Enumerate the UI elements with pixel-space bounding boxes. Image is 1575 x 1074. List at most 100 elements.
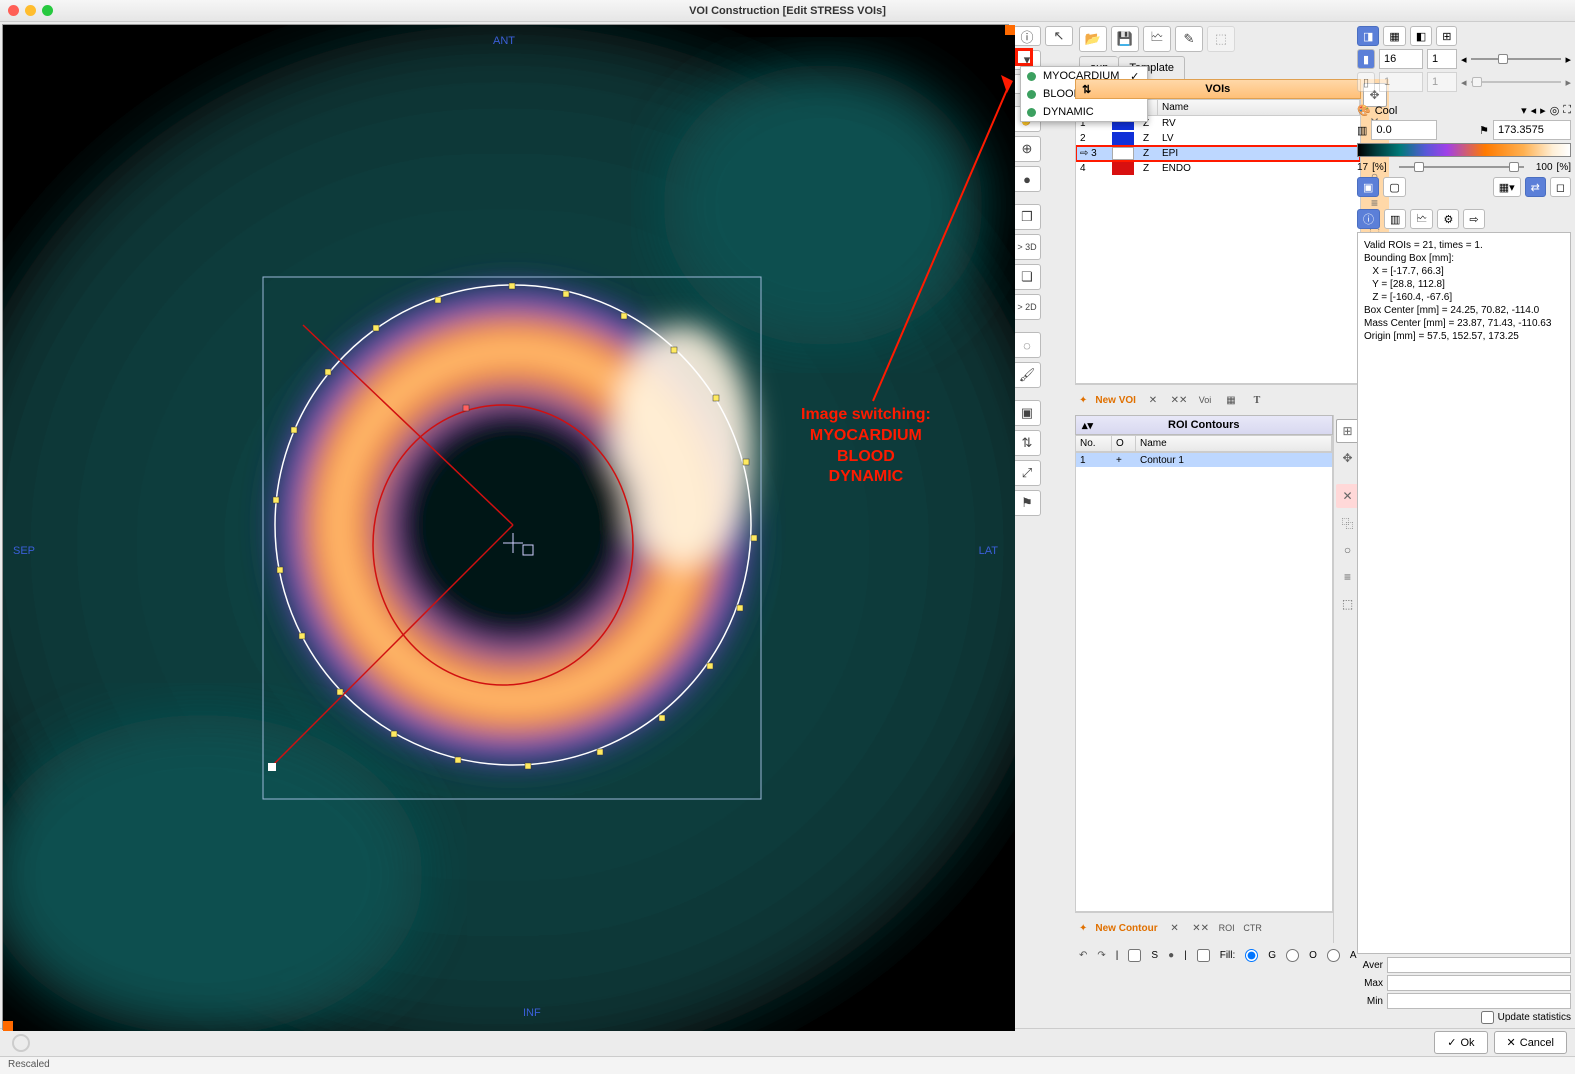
- prev-icon: ◂: [1461, 76, 1467, 89]
- stats-tab-info[interactable]: ⓘ: [1357, 209, 1380, 229]
- slice-slider[interactable]: [1471, 52, 1562, 66]
- delete-all-icon[interactable]: ✕✕: [1170, 391, 1188, 409]
- range-min-input[interactable]: [1371, 120, 1437, 140]
- update-stats-checkbox[interactable]: [1481, 1011, 1494, 1024]
- check-icon: ✓: [1447, 1036, 1456, 1049]
- ctr-icon[interactable]: CTR: [1244, 919, 1262, 937]
- stats-tab-send[interactable]: ⇨: [1463, 209, 1484, 229]
- orientation-lat: LAT: [979, 545, 998, 557]
- colormap-name[interactable]: Cool: [1375, 105, 1517, 117]
- flag-icon[interactable]: ⚑: [1479, 124, 1489, 137]
- stats-tab-bars[interactable]: ▥: [1384, 209, 1406, 229]
- orientation-sep: SEP: [13, 545, 35, 557]
- menu-item-dynamic[interactable]: DYNAMIC: [1021, 103, 1147, 121]
- grid-icon[interactable]: ▦: [1222, 391, 1240, 409]
- delete-icon[interactable]: ✕: [1144, 391, 1162, 409]
- render-3d-icon[interactable]: ❒: [1013, 204, 1041, 230]
- fill-o-radio[interactable]: [1286, 949, 1299, 962]
- layout-3-button[interactable]: ◧: [1410, 26, 1432, 46]
- new-contour-button[interactable]: New Contour: [1095, 923, 1157, 934]
- new-contour-icon[interactable]: ✦: [1079, 923, 1087, 934]
- brush-icon[interactable]: 🖌: [1013, 362, 1041, 388]
- slice-current-input[interactable]: [1379, 49, 1423, 69]
- window-slider[interactable]: [1399, 160, 1524, 174]
- voi-row-endo[interactable]: 4ZENDO: [1076, 161, 1360, 176]
- prev-icon[interactable]: ◂: [1461, 53, 1467, 66]
- layout-2-button[interactable]: ▦: [1383, 26, 1405, 46]
- palette-icon[interactable]: 🎨: [1357, 104, 1371, 117]
- roi-tool-icon[interactable]: ROI: [1218, 919, 1236, 937]
- annotation-callout: Image switching: MYOCARDIUM BLOOD DYNAMI…: [801, 405, 931, 488]
- voi-tool-icon[interactable]: Voi: [1196, 391, 1214, 409]
- next-icon[interactable]: ▸: [1565, 53, 1571, 66]
- new-voi-button[interactable]: New VOI: [1095, 395, 1136, 406]
- sort-icon[interactable]: ⇅: [1082, 83, 1091, 96]
- slice-indicator-icon[interactable]: ▮: [1357, 49, 1375, 69]
- ok-button[interactable]: ✓Ok: [1434, 1031, 1487, 1054]
- voi-row-epi[interactable]: ⇨ 3ZEPI: [1076, 146, 1360, 161]
- swatch-icon: [1027, 72, 1036, 81]
- next-icon: ▸: [1565, 76, 1571, 89]
- min-field: [1387, 993, 1571, 1009]
- undo-icon[interactable]: ↶: [1079, 950, 1087, 961]
- orientation-inf: INF: [523, 1007, 541, 1019]
- range-max-input[interactable]: [1493, 120, 1571, 140]
- next-icon[interactable]: ▸: [1540, 104, 1546, 117]
- titlebar: VOI Construction [Edit STRESS VOIs]: [0, 0, 1575, 22]
- link-icon[interactable]: ⇅: [1013, 430, 1041, 456]
- info-icon[interactable]: ⓘ: [1013, 26, 1041, 46]
- grid-button[interactable]: ▦▾: [1493, 177, 1521, 197]
- resize-icon[interactable]: ⤢: [1013, 460, 1041, 486]
- layout-1-button[interactable]: ◨: [1357, 26, 1379, 46]
- to-3d-button[interactable]: > 3D: [1013, 234, 1041, 260]
- bottom-tools: ↶ ↷ | S ● | Fill: G O A: [1075, 943, 1361, 968]
- fill-g-radio[interactable]: [1245, 949, 1258, 962]
- link-button[interactable]: ⇄: [1525, 177, 1546, 197]
- frame-indicator-icon: ▯: [1357, 72, 1375, 92]
- orb-tool-icon[interactable]: ●: [1013, 166, 1041, 192]
- stats-tab-gear[interactable]: ⚙: [1437, 209, 1459, 229]
- delete-all-icon[interactable]: ✕✕: [1192, 919, 1210, 937]
- text-icon[interactable]: T: [1248, 391, 1266, 409]
- target-icon[interactable]: ◎: [1550, 104, 1560, 117]
- colormap-gradient[interactable]: [1357, 143, 1571, 157]
- new-voi-icon[interactable]: ✦: [1079, 395, 1087, 406]
- dot-icon[interactable]: ●: [1168, 950, 1174, 961]
- image-viewer[interactable]: ANT SEP LAT INF Image switching: MYOCARD…: [2, 24, 1009, 1030]
- prev-icon[interactable]: ◂: [1531, 104, 1537, 117]
- fill-a-radio[interactable]: [1327, 949, 1340, 962]
- roi-row-contour1[interactable]: 1 + Contour 1: [1076, 453, 1332, 467]
- to-2d-button[interactable]: > 2D: [1013, 294, 1041, 320]
- max-field: [1387, 975, 1571, 991]
- slice-total-input[interactable]: [1427, 49, 1457, 69]
- stats-tab-graph[interactable]: 🗠: [1410, 209, 1433, 229]
- delete-icon[interactable]: ✕: [1166, 919, 1184, 937]
- compass-tool-icon[interactable]: ⊕: [1013, 136, 1041, 162]
- flag-icon[interactable]: ⚑: [1013, 490, 1041, 516]
- redo-icon[interactable]: ↷: [1097, 950, 1105, 961]
- circle-dotted-icon[interactable]: ◌: [1013, 332, 1041, 358]
- voi-row-lv[interactable]: 2ZLV: [1076, 131, 1360, 146]
- vois-header: ⇅ VOIs: [1075, 79, 1361, 99]
- box-icon[interactable]: ▣: [1013, 400, 1041, 426]
- orientation-ant: ANT: [493, 35, 515, 47]
- expand-icon[interactable]: ⛶: [1563, 104, 1571, 117]
- roi-header: ▴▾ ROI Contours: [1075, 415, 1333, 435]
- mode-a-button[interactable]: ▣: [1357, 177, 1379, 197]
- render-2d-icon[interactable]: ❏: [1013, 264, 1041, 290]
- fill-checkbox[interactable]: [1197, 949, 1210, 962]
- layout-4-button[interactable]: ⊞: [1436, 26, 1457, 46]
- square-button[interactable]: ◻: [1550, 177, 1571, 197]
- open-icon[interactable]: 📂: [1079, 26, 1107, 52]
- down-icon[interactable]: ▾: [1521, 104, 1527, 117]
- save-icon[interactable]: 💾: [1111, 26, 1139, 52]
- cancel-button[interactable]: ✕Cancel: [1494, 1031, 1567, 1054]
- close-icon: ✕: [1507, 1036, 1516, 1049]
- status-bar: Rescaled: [0, 1056, 1575, 1074]
- wand-icon[interactable]: ✎: [1175, 26, 1203, 52]
- pointer-icon[interactable]: ↖: [1045, 26, 1073, 46]
- mode-b-button[interactable]: ▢: [1383, 177, 1405, 197]
- collapse-icon[interactable]: ▴▾: [1082, 419, 1093, 432]
- s-checkbox[interactable]: [1128, 949, 1141, 962]
- stats-icon[interactable]: 🗠: [1143, 26, 1171, 52]
